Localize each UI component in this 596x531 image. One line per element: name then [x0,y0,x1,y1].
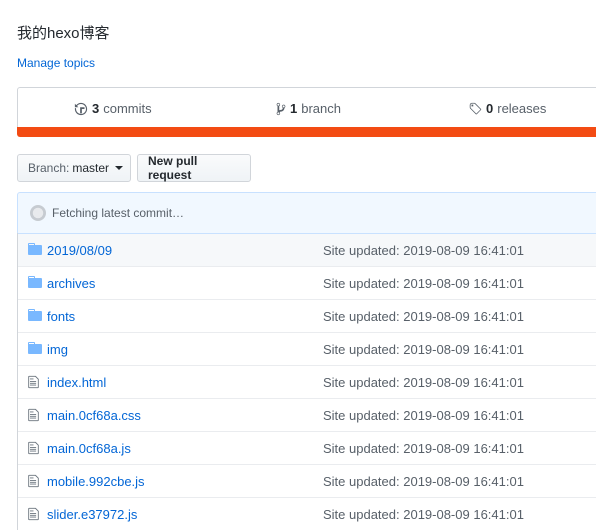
file-name-link[interactable]: archives [47,276,95,291]
commit-message-link[interactable]: Site updated: 2019-08-09 16:41:01 [323,309,524,324]
branches-label: branch [301,101,341,116]
file-row[interactable]: mobile.992cbe.js Site updated: 2019-08-09… [18,464,596,497]
file-icon [28,441,39,458]
folder-icon [28,276,42,291]
file-name-link[interactable]: main.0cf68a.css [47,408,141,423]
branch-select-button[interactable]: Branch: master [17,154,131,182]
file-row[interactable]: main.0cf68a.css Site updated: 2019-08-09 … [18,398,596,431]
commits-link[interactable]: 3 commits [74,101,152,116]
file-icon [28,375,39,392]
file-list: 2019/08/09 Site updated: 2019-08-09 16:41… [17,233,596,530]
commit-message-link[interactable]: Site updated: 2019-08-09 16:41:01 [323,342,524,357]
file-row[interactable]: index.html Site updated: 2019-08-09 16:41… [18,365,596,398]
history-icon [74,102,88,115]
avatar [30,205,46,221]
file-row[interactable]: img Site updated: 2019-08-09 16:41:01 [18,332,596,365]
new-pull-request-button[interactable]: New pull request [137,154,251,182]
commit-message-link[interactable]: Site updated: 2019-08-09 16:41:01 [323,375,524,390]
branch-prefix: Branch: [28,161,70,175]
branches-link[interactable]: 1 branch [276,101,341,116]
commit-message-link[interactable]: Site updated: 2019-08-09 16:41:01 [323,507,524,522]
github-mark-icon [32,207,44,219]
file-row[interactable]: main.0cf68a.js Site updated: 2019-08-09 1… [18,431,596,464]
branches-count: 1 [290,101,298,116]
language-bar[interactable] [17,127,596,137]
commit-status-text: Fetching latest commit… [52,206,185,220]
file-name-link[interactable]: img [47,342,68,357]
file-row[interactable]: fonts Site updated: 2019-08-09 16:41:01 [18,299,596,332]
commit-message-link[interactable]: Site updated: 2019-08-09 16:41:01 [323,243,524,258]
branch-name: master [72,161,110,175]
file-row[interactable]: archives Site updated: 2019-08-09 16:41:0… [18,266,596,299]
file-row[interactable]: slider.e37972.js Site updated: 2019-08-09… [18,497,596,530]
releases-label: releases [497,101,547,116]
commits-count: 3 [92,101,100,116]
file-icon [28,408,39,425]
commit-message-link[interactable]: Site updated: 2019-08-09 16:41:01 [323,441,524,456]
folder-icon [28,309,42,324]
repo-description: 我的hexo博客 [17,25,110,42]
manage-topics-link[interactable]: Manage topics [17,56,95,70]
commit-message-link[interactable]: Site updated: 2019-08-09 16:41:01 [323,276,524,291]
file-name-link[interactable]: 2019/08/09 [47,243,112,258]
chevron-down-icon [115,166,124,170]
repo-summary-bar: 3 commits 1 branch 0 releases [17,87,596,127]
branch-icon [276,102,286,115]
folder-icon [28,243,42,258]
file-icon [28,507,39,524]
file-name-link[interactable]: fonts [47,309,75,324]
latest-commit-bar: Fetching latest commit… [17,192,596,234]
file-name-link[interactable]: index.html [47,375,106,390]
file-row[interactable]: 2019/08/09 Site updated: 2019-08-09 16:41… [18,233,596,266]
releases-link[interactable]: 0 releases [468,101,546,116]
commit-message-link[interactable]: Site updated: 2019-08-09 16:41:01 [323,474,524,489]
commits-label: commits [103,101,152,116]
file-icon [28,474,39,491]
tag-icon [469,102,482,114]
file-name-link[interactable]: mobile.992cbe.js [47,474,145,489]
folder-icon [28,342,42,357]
commit-message-link[interactable]: Site updated: 2019-08-09 16:41:01 [323,408,524,423]
file-name-link[interactable]: slider.e37972.js [47,507,137,522]
releases-count: 0 [486,101,494,116]
file-name-link[interactable]: main.0cf68a.js [47,441,131,456]
